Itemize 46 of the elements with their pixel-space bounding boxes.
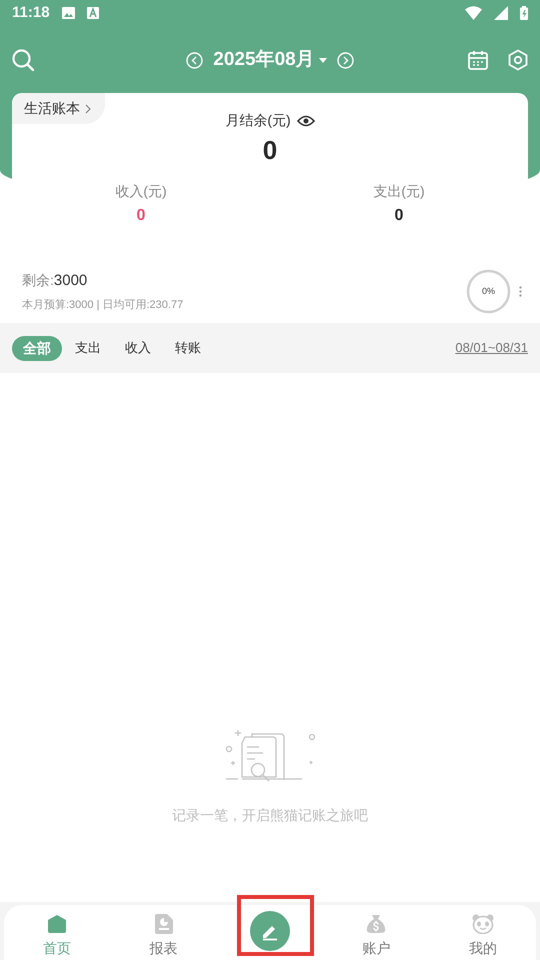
panda-face-icon bbox=[472, 914, 494, 934]
expense-label: 支出(元) bbox=[373, 182, 425, 201]
nav-tab[interactable]: 账户 bbox=[362, 905, 390, 960]
wifi-icon bbox=[465, 6, 482, 20]
budget-percent: 0% bbox=[482, 284, 495, 298]
date-range-link[interactable]: 08/01~08/31 bbox=[455, 338, 528, 358]
eye-icon[interactable] bbox=[296, 114, 315, 126]
search-button[interactable] bbox=[12, 49, 34, 71]
income-value: 0 bbox=[136, 206, 146, 226]
image-icon bbox=[62, 7, 75, 19]
balance-value: 0 bbox=[262, 134, 278, 167]
status-time: 11:18 bbox=[12, 2, 50, 23]
previous-month-icon[interactable] bbox=[186, 52, 204, 68]
balance-label: 月结余(元) bbox=[225, 111, 291, 130]
calendar-icon bbox=[468, 50, 488, 70]
report-icon bbox=[154, 914, 173, 934]
money-bag-icon bbox=[366, 914, 386, 934]
calendar-button[interactable] bbox=[468, 50, 488, 70]
signal-icon bbox=[494, 6, 508, 20]
add-record-button[interactable] bbox=[250, 911, 290, 951]
remaining-label: 剩余: bbox=[22, 270, 54, 290]
expense-value: 0 bbox=[394, 206, 404, 226]
filter-tab[interactable]: 支出 bbox=[64, 336, 112, 360]
more-icon[interactable] bbox=[519, 286, 522, 297]
nav-tab[interactable]: 报表 bbox=[150, 905, 178, 960]
remaining-value: 3000 bbox=[54, 270, 88, 290]
account-book-selector[interactable]: 生活账本 bbox=[12, 93, 105, 124]
search-icon bbox=[12, 49, 34, 71]
settings-icon bbox=[508, 49, 528, 71]
chevron-right-icon bbox=[85, 104, 91, 114]
nav-tab[interactable]: 我的 bbox=[468, 905, 497, 960]
dropdown-icon bbox=[318, 58, 327, 62]
income-label: 收入(元) bbox=[115, 182, 167, 201]
nav-tab[interactable]: 首页 bbox=[43, 905, 72, 960]
filter-tab[interactable]: 收入 bbox=[114, 336, 162, 360]
empty-state-message: 记录一笔，开启熊猫记账之旅吧 bbox=[172, 806, 368, 825]
house-icon bbox=[47, 914, 68, 934]
month-selector[interactable]: 2025年08月 bbox=[213, 46, 327, 74]
filter-tab[interactable]: 全部 bbox=[12, 336, 62, 360]
next-month-icon[interactable] bbox=[336, 52, 354, 68]
budget-detail: 本月预算:3000 | 日均可用:230.77 bbox=[22, 298, 184, 313]
settings-button[interactable] bbox=[508, 49, 528, 71]
filter-tab[interactable]: 转账 bbox=[164, 336, 212, 360]
font-icon bbox=[86, 7, 99, 19]
battery-icon bbox=[520, 6, 528, 20]
progress-ring bbox=[466, 269, 511, 314]
